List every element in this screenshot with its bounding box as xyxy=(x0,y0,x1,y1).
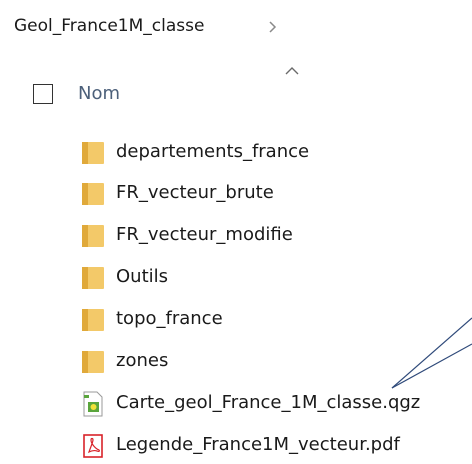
folder-icon xyxy=(82,351,104,373)
sort-ascending-icon xyxy=(285,67,299,75)
file-name: FR_vecteur_modifie xyxy=(116,224,293,245)
column-header-name[interactable]: Nom xyxy=(78,82,120,106)
list-item-folder[interactable]: FR_vecteur_brute xyxy=(0,174,472,212)
file-name: Outils xyxy=(116,266,169,287)
chevron-right-icon[interactable] xyxy=(267,20,277,34)
folder-icon xyxy=(82,225,104,247)
breadcrumb: Geol_France1M_classe xyxy=(0,0,472,54)
file-name: topo_france xyxy=(116,308,223,329)
folder-icon xyxy=(82,142,104,164)
qgis-project-icon xyxy=(83,391,103,417)
file-name: Legende_France1M_vecteur.pdf xyxy=(116,434,400,455)
folder-icon xyxy=(82,309,104,331)
file-name: FR_vecteur_brute xyxy=(116,182,274,203)
pdf-file-icon xyxy=(83,434,103,458)
list-item-pdf[interactable]: Legende_France1M_vecteur.pdf xyxy=(0,426,472,464)
column-header-row xyxy=(0,64,472,124)
file-name: Carte_geol_France_1M_classe.qgz xyxy=(116,392,421,413)
folder-icon xyxy=(82,183,104,205)
list-item-folder[interactable]: zones xyxy=(0,342,472,380)
list-item-folder[interactable]: FR_vecteur_modifie xyxy=(0,216,472,254)
folder-icon xyxy=(82,267,104,289)
list-item-folder[interactable]: topo_france xyxy=(0,300,472,338)
file-name: zones xyxy=(116,350,169,371)
list-item-folder[interactable]: departements_france xyxy=(0,133,472,171)
file-name: departements_france xyxy=(116,141,310,162)
list-item-qgis-project[interactable]: Carte_geol_France_1M_classe.qgz xyxy=(0,384,472,422)
select-all-checkbox[interactable] xyxy=(33,84,53,104)
breadcrumb-folder-label[interactable]: Geol_France1M_classe xyxy=(14,15,204,37)
list-item-folder[interactable]: Outils xyxy=(0,258,472,296)
